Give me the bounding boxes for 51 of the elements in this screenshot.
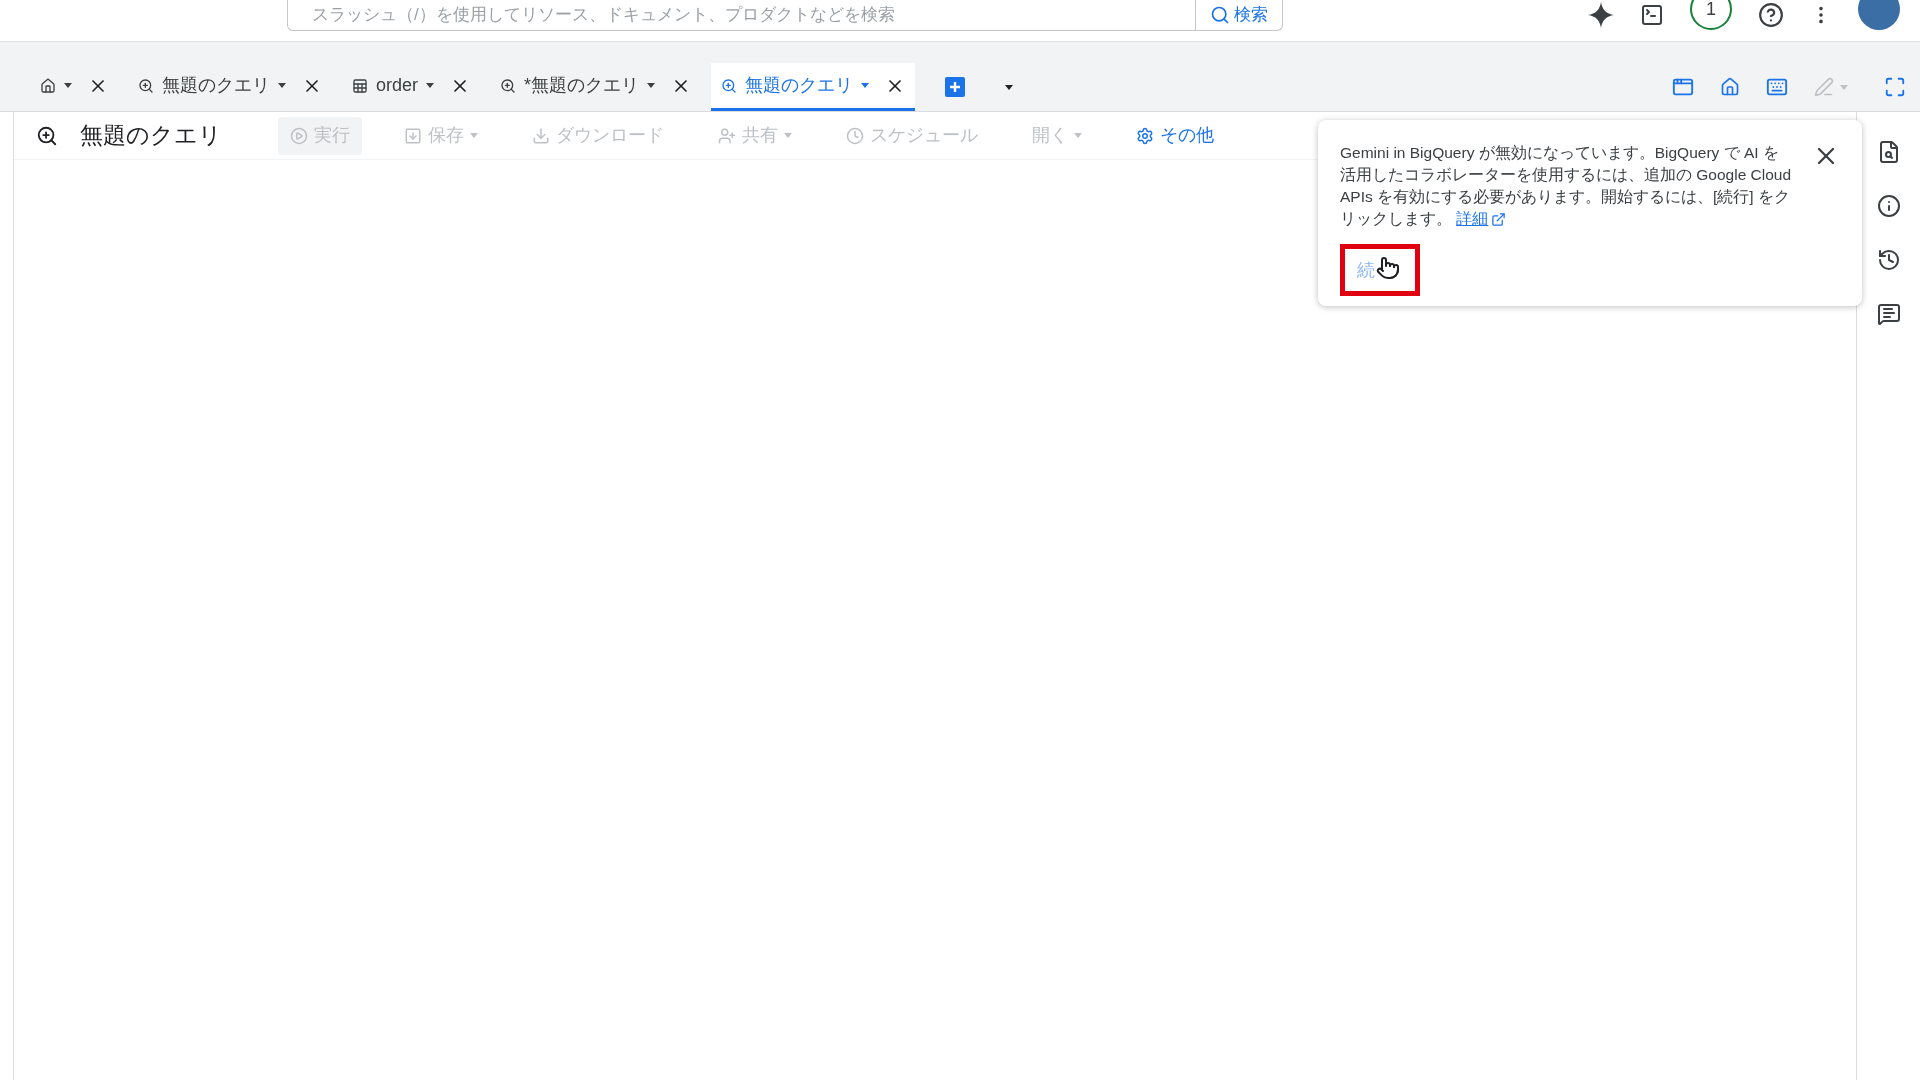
popup-message: Gemini in BigQuery が無効になっています。BigQuery で AI を活用したコラボレーターを使用するには、追加の Google Cloud APIs を有効にする必要があります。開始するには、[続行] をクリックします。 詳細 xyxy=(1340,142,1792,230)
play-icon xyxy=(290,126,308,145)
query-icon xyxy=(138,77,154,94)
tab-label: 無題のクエリ xyxy=(162,74,270,97)
caret-icon xyxy=(64,83,72,88)
save-icon xyxy=(404,126,422,145)
tab-label: *無題のクエリ xyxy=(524,74,640,97)
caret-icon xyxy=(278,83,286,88)
notification-badge[interactable]: 1 xyxy=(1690,0,1732,30)
caret-icon xyxy=(784,133,792,138)
add-tab-icon[interactable] xyxy=(945,77,966,97)
tab[interactable]: 無題のクエリ xyxy=(128,63,332,111)
toolbar-button[interactable]: その他 xyxy=(1124,116,1226,155)
caret-icon xyxy=(647,83,656,88)
query-icon xyxy=(36,124,58,147)
window-icon[interactable] xyxy=(1672,76,1694,98)
home-icon[interactable] xyxy=(1720,77,1740,97)
history-icon[interactable] xyxy=(1876,248,1901,272)
home-icon xyxy=(40,77,56,94)
external-link-icon xyxy=(1491,211,1507,227)
details-link[interactable]: 詳細 xyxy=(1456,208,1507,230)
tab-label: 無題のクエリ xyxy=(745,74,854,97)
fullscreen-icon[interactable] xyxy=(1884,76,1906,98)
caret-icon xyxy=(861,83,870,88)
search-field[interactable]: スラッシュ（/）を使用してリソース、ドキュメント、プロダクトなどを検索 検索 xyxy=(287,0,1283,31)
search-icon xyxy=(1210,5,1230,25)
tab-label: order xyxy=(376,74,419,97)
query-title: 無題のクエリ xyxy=(80,121,222,151)
query-icon xyxy=(721,77,738,94)
tab[interactable]: 無題のクエリ xyxy=(711,63,916,111)
person-add-icon xyxy=(718,126,736,145)
tab[interactable]: *無題のクエリ xyxy=(490,63,702,111)
tab[interactable]: order xyxy=(342,63,481,111)
avatar[interactable] xyxy=(1858,0,1900,30)
terminal-icon[interactable] xyxy=(1640,3,1664,27)
help-icon[interactable] xyxy=(1758,2,1784,28)
info-icon[interactable] xyxy=(1876,194,1901,218)
keyboard-icon[interactable] xyxy=(1766,76,1788,98)
sparkle-icon[interactable] xyxy=(1588,2,1614,28)
comment-icon[interactable] xyxy=(1876,302,1901,326)
settings-icon xyxy=(1136,126,1154,145)
clock-icon xyxy=(846,126,864,145)
download-icon xyxy=(532,126,550,145)
caret-icon xyxy=(426,83,435,88)
caret-icon xyxy=(1074,133,1082,138)
caret-icon xyxy=(1840,84,1848,90)
caret-icon xyxy=(470,133,478,138)
query-icon xyxy=(500,77,517,94)
caret-icon xyxy=(1005,84,1014,90)
table-icon xyxy=(352,77,368,94)
search-button[interactable]: 検索 xyxy=(1195,0,1282,30)
